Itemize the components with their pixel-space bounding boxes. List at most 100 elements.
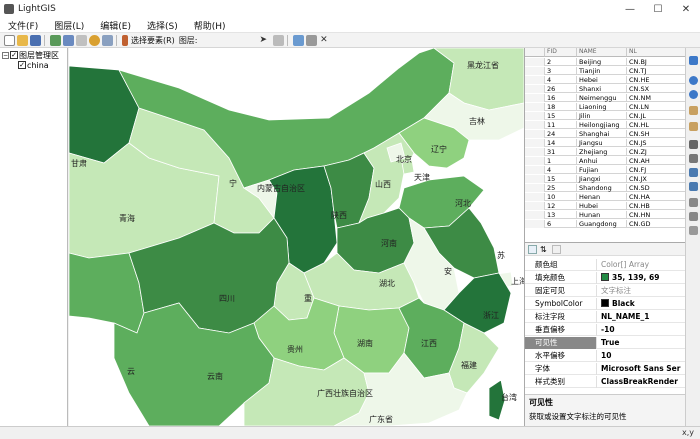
table-row-header[interactable]	[525, 112, 545, 120]
menu-edit[interactable]: 编辑(E)	[92, 19, 139, 32]
table-header-name[interactable]: NAME	[577, 48, 627, 57]
table-row-header[interactable]	[525, 166, 545, 174]
table-cell-name[interactable]: Guangdong	[577, 220, 627, 228]
table-cell-name[interactable]: Heilongjiang	[577, 121, 627, 129]
table-cell-fid[interactable]: 26	[545, 85, 577, 93]
collapse-icon[interactable]: −	[2, 51, 9, 59]
attribute-table[interactable]: FID NAME NL 2 Beijing CN.BJ 3 Tianjin CN.TJ 4 H…	[524, 48, 685, 256]
property-value[interactable]: -10	[598, 324, 685, 336]
zoom-layer-icon[interactable]	[689, 154, 698, 163]
table-cell-nl[interactable]: CN.ZJ	[627, 148, 685, 156]
table-cell-fid[interactable]: 18	[545, 103, 577, 111]
select-features-button[interactable]: 选择要素(R)	[131, 35, 175, 46]
table-cell-nl[interactable]: CN.TJ	[627, 67, 685, 75]
property-value[interactable]: 35, 139, 69	[598, 272, 685, 284]
table-row[interactable]: 4 Fujian CN.FJ	[525, 166, 685, 174]
table-cell-name[interactable]: Neimenggu	[577, 94, 627, 102]
layer-tree-root[interactable]: − ✓ 图层管理区	[2, 50, 59, 60]
pan-hand-icon[interactable]	[689, 106, 698, 115]
property-row[interactable]: 填充颜色 35, 139, 69	[525, 272, 685, 284]
layer-properties-icon[interactable]	[63, 34, 74, 46]
pin-icon[interactable]	[293, 34, 305, 46]
menu-file[interactable]: 文件(F)	[0, 19, 46, 32]
property-name[interactable]: 标注字段	[525, 311, 597, 323]
settings-icon[interactable]	[689, 226, 698, 235]
property-value[interactable]: True	[598, 337, 685, 349]
table-row-header[interactable]	[525, 157, 545, 165]
table-row-header[interactable]	[525, 193, 545, 201]
identify-icon[interactable]	[273, 34, 285, 46]
table-cell-nl[interactable]: CN.NM	[627, 94, 685, 102]
property-value[interactable]: Microsoft Sans Ser	[598, 363, 685, 375]
table-cell-nl[interactable]: CN.AH	[627, 157, 685, 165]
menu-select[interactable]: 选择(S)	[139, 19, 186, 32]
property-row[interactable]: 水平偏移 10	[525, 350, 685, 362]
table-cell-name[interactable]: Beijing	[577, 58, 627, 66]
table-row[interactable]: 18 Liaoning CN.LN	[525, 103, 685, 111]
table-row-header[interactable]	[525, 76, 545, 84]
layer-item-china[interactable]: ✓ china	[18, 60, 49, 70]
table-cell-fid[interactable]: 15	[545, 175, 577, 183]
table-row[interactable]: 2 Beijing CN.BJ	[525, 58, 685, 66]
table-cell-nl[interactable]: CN.HA	[627, 193, 685, 201]
table-cell-name[interactable]: Hunan	[577, 211, 627, 219]
table-cell-nl[interactable]: CN.HE	[627, 76, 685, 84]
table-row-header[interactable]	[525, 175, 545, 183]
table-row[interactable]: 14 Jiangsu CN.JS	[525, 139, 685, 147]
table-cell-nl[interactable]: CN.GD	[627, 220, 685, 228]
table-row[interactable]: 26 Shanxi CN.SX	[525, 85, 685, 93]
property-row[interactable]: 垂直偏移 -10	[525, 324, 685, 336]
table-row[interactable]: 16 Neimenggu CN.NM	[525, 94, 685, 102]
undo-icon[interactable]	[76, 34, 87, 46]
open-folder-icon[interactable]	[17, 34, 28, 46]
add-layer-icon[interactable]	[50, 34, 61, 46]
zoom-in-icon[interactable]	[689, 76, 698, 85]
table-cell-fid[interactable]: 6	[545, 220, 577, 228]
maximize-button[interactable]: ☐	[644, 0, 672, 18]
table-cell-name[interactable]: Zhejiang	[577, 148, 627, 156]
table-row-header[interactable]	[525, 94, 545, 102]
close-button[interactable]: ✕	[672, 0, 700, 18]
property-name[interactable]: 样式类别	[525, 376, 597, 388]
property-value[interactable]: 文字标注	[598, 285, 685, 297]
add-feature-icon[interactable]	[89, 34, 100, 46]
property-value[interactable]: Color[] Array	[598, 259, 685, 271]
table-row-header[interactable]	[525, 130, 545, 138]
property-row[interactable]: 固定可见 文字标注	[525, 285, 685, 297]
table-cell-nl[interactable]: CN.SH	[627, 130, 685, 138]
table-row[interactable]: 13 Hunan CN.HN	[525, 211, 685, 219]
table-cell-name[interactable]: Anhui	[577, 157, 627, 165]
table-cell-nl[interactable]: CN.JL	[627, 112, 685, 120]
select-arrow-icon[interactable]	[689, 56, 698, 65]
table-cell-name[interactable]: Tianjin	[577, 67, 627, 75]
table-row[interactable]: 10 Henan CN.HA	[525, 193, 685, 201]
table-row[interactable]: 1 Anhui CN.AH	[525, 157, 685, 165]
table-cell-nl[interactable]: CN.FJ	[627, 166, 685, 174]
table-cell-name[interactable]: Jilin	[577, 112, 627, 120]
property-name[interactable]: 字体	[525, 363, 597, 375]
table-row-header[interactable]	[525, 139, 545, 147]
table-row[interactable]: 4 Hebei CN.HE	[525, 76, 685, 84]
table-cell-nl[interactable]: CN.HB	[627, 202, 685, 210]
table-cell-fid[interactable]: 13	[545, 211, 577, 219]
property-row[interactable]: 字体 Microsoft Sans Ser	[525, 363, 685, 375]
table-row[interactable]: 25 Shandong CN.SD	[525, 184, 685, 192]
map-svg[interactable]	[69, 48, 524, 426]
table-row-header[interactable]	[525, 148, 545, 156]
table-row-header[interactable]	[525, 103, 545, 111]
table-cell-name[interactable]: Shanghai	[577, 130, 627, 138]
alphabetical-icon[interactable]: ⇅	[540, 245, 549, 254]
table-cell-nl[interactable]: CN.SX	[627, 85, 685, 93]
property-row[interactable]: SymbolColor Black	[525, 298, 685, 310]
property-pages-icon[interactable]	[552, 244, 561, 254]
table-cell-name[interactable]: Hebei	[577, 76, 627, 84]
measure-icon[interactable]	[689, 198, 698, 207]
table-cell-nl[interactable]: CN.LN	[627, 103, 685, 111]
table-cell-name[interactable]: Shandong	[577, 184, 627, 192]
bookmark-icon[interactable]	[689, 212, 698, 221]
table-cell-nl[interactable]: CN.HL	[627, 121, 685, 129]
table-cell-fid[interactable]: 11	[545, 121, 577, 129]
categorized-icon[interactable]	[528, 244, 537, 254]
property-name[interactable]: 固定可见	[525, 285, 597, 297]
table-cell-fid[interactable]: 31	[545, 148, 577, 156]
